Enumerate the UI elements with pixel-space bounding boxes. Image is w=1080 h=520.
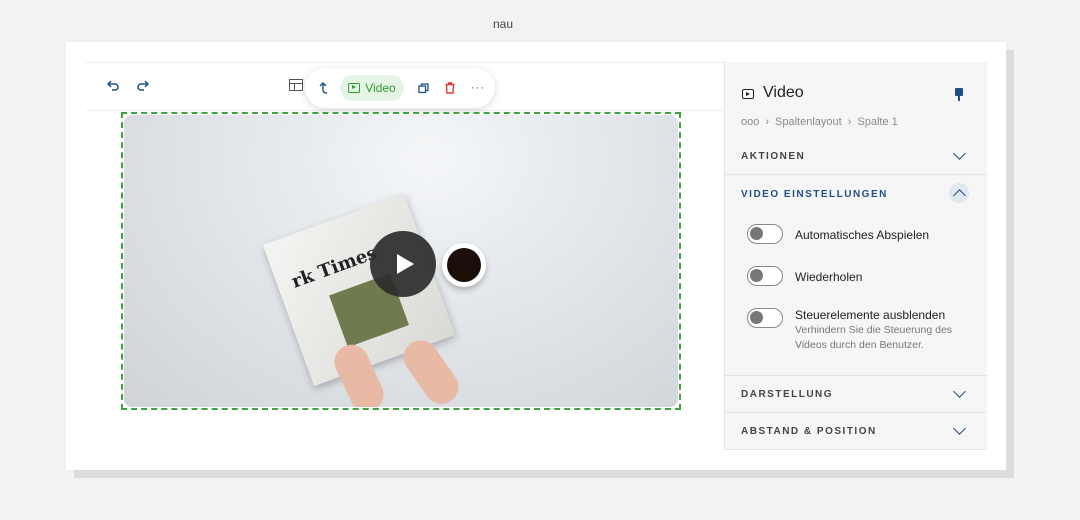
toolbar-partial-label: nau: [493, 17, 514, 31]
breadcrumb-item[interactable]: Spaltenlayout: [775, 116, 842, 128]
video-icon: [348, 83, 361, 93]
chevron-down-icon: [953, 385, 966, 398]
more-icon: ···: [471, 82, 485, 94]
section-darstellung[interactable]: DARSTELLUNG: [725, 375, 987, 413]
undo-button[interactable]: [104, 75, 122, 95]
section-label: ABSTAND & POSITION: [741, 426, 877, 437]
toggle-label: Automatisches Abspielen: [795, 228, 930, 242]
chevron-right-icon: ›: [847, 116, 852, 128]
hand-right: [396, 333, 466, 407]
panel-title: Video: [763, 84, 804, 101]
loop-toggle[interactable]: [747, 266, 783, 286]
video-block[interactable]: rk Times: [121, 112, 681, 410]
section-label: DARSTELLUNG: [741, 389, 834, 400]
chevron-right-icon: ›: [765, 116, 770, 128]
arrow-up-left-icon: [319, 82, 328, 94]
video-icon: [742, 89, 754, 99]
coffee-cup: [442, 243, 486, 287]
section-label: AKTIONEN: [741, 151, 806, 162]
breadcrumb-item[interactable]: Spalte 1: [857, 116, 897, 128]
select-parent-button[interactable]: [313, 68, 335, 108]
toggle-description: Verhindern Sie die Steuerung des Videos …: [795, 324, 953, 351]
trash-icon: [445, 82, 455, 94]
redo-button[interactable]: [134, 75, 152, 95]
delete-button[interactable]: [440, 68, 460, 108]
chevron-down-icon: [953, 147, 966, 160]
play-button[interactable]: [370, 231, 436, 297]
pin-icon[interactable]: [955, 88, 963, 101]
toggle-label: Steuerelemente ausblenden: [795, 308, 946, 322]
undo-icon: [107, 80, 119, 91]
settings-panel: Video ooo › Spaltenlayout › Spalte 1 AKT…: [724, 62, 987, 450]
chevron-down-icon: [953, 422, 966, 435]
breadcrumb: ooo › Spaltenlayout › Spalte 1: [741, 116, 898, 128]
more-button[interactable]: ···: [468, 68, 488, 108]
video-block-chip[interactable]: Video: [340, 75, 404, 101]
duplicate-button[interactable]: [413, 68, 433, 108]
video-chip-label: Video: [365, 81, 396, 95]
layout-icon[interactable]: [289, 79, 303, 91]
floating-toolbar: Video ···: [305, 68, 495, 108]
section-aktionen[interactable]: AKTIONEN: [725, 136, 987, 175]
section-video-settings: VIDEO EINSTELLUNGEN Automatisches Abspie…: [725, 174, 987, 376]
copy-icon: [417, 82, 429, 93]
section-abstand-position[interactable]: ABSTAND & POSITION: [725, 412, 987, 450]
redo-icon: [137, 80, 149, 91]
section-label: VIDEO EINSTELLUNGEN: [741, 189, 888, 200]
toggle-label: Wiederholen: [795, 270, 863, 284]
hide-controls-toggle[interactable]: [747, 308, 783, 328]
breadcrumb-ellipsis[interactable]: ooo: [741, 116, 759, 128]
autoplay-toggle[interactable]: [747, 224, 783, 244]
video-preview: rk Times: [124, 115, 678, 407]
